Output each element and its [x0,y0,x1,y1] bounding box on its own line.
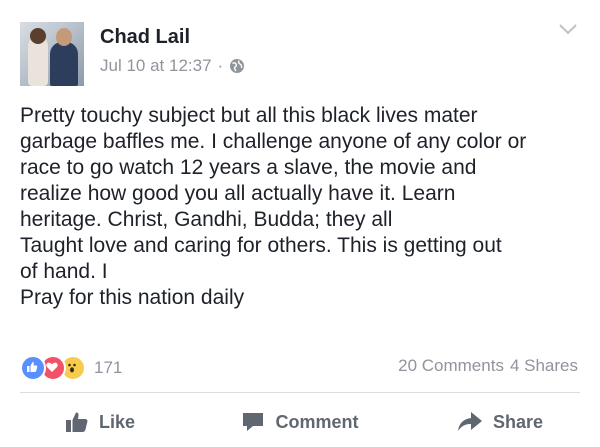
reaction-count: 171 [94,358,123,377]
avatar[interactable] [20,22,84,86]
post-body: Pretty touchy subject but all this black… [20,103,590,311]
share-label: Share [492,411,544,432]
chevron-down-icon[interactable] [558,22,578,36]
post-body-line: heritage. Christ, Gandhi, Budda; they al… [20,208,393,231]
comment-button[interactable]: Comment [200,400,400,444]
post-body-line: realize how good you all actually have i… [20,182,456,205]
shares-count-link[interactable]: 4 Shares [510,356,578,376]
reaction-summary[interactable]: 171 [20,355,122,381]
post-body-line: Pray for this nation daily [20,286,245,309]
thumbs-up-icon [65,412,88,432]
globe-icon [230,59,245,73]
divider [20,392,580,393]
meta-separator: · [217,56,224,75]
like-button[interactable]: Like [0,400,200,444]
post-meta: Jul 10 at 12:37 · [100,56,245,76]
post-body-line: Taught love and caring for others. This … [20,234,502,257]
like-reaction-icon [20,355,46,381]
action-bar: Like Comment Share [0,400,600,444]
comments-count-link[interactable]: 20 Comments [398,356,504,376]
share-icon [457,412,482,431]
post-timestamp[interactable]: Jul 10 at 12:37 [100,56,212,76]
facebook-post: Chad Lail Jul 10 at 12:37 · Pretty touch… [0,0,600,447]
like-label: Like [98,411,136,432]
share-button[interactable]: Share [400,400,600,444]
post-body-line: race to go watch 12 years a slave, the m… [20,156,477,179]
post-body-line: garbage baffles me. I challenge anyone o… [20,130,527,153]
comment-icon [243,413,264,431]
comment-label: Comment [275,411,359,432]
post-body-line: Pretty touchy subject but all this black… [20,104,478,127]
author-name[interactable]: Chad Lail [100,26,190,49]
engagement-counts: 20 Comments 4 Shares [398,356,578,376]
post-body-line: of hand. I [20,260,108,283]
